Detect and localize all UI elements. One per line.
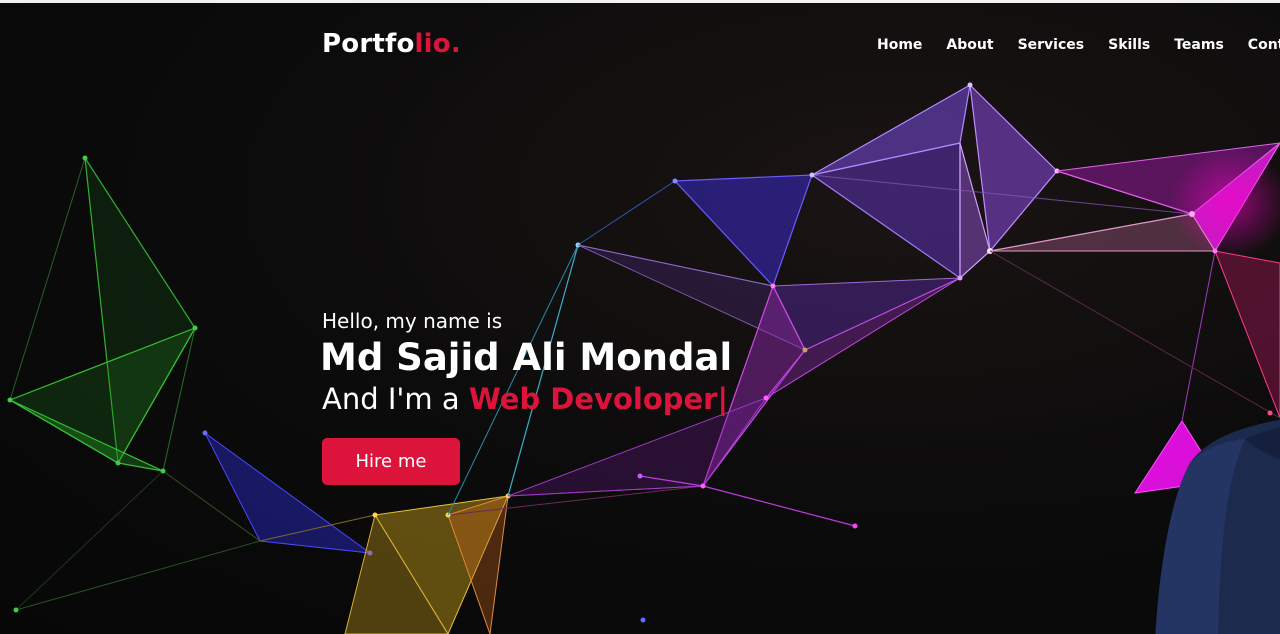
hero-name: Md Sajid Ali Mondal bbox=[320, 336, 733, 379]
nav-menu: Home About Services Skills Teams Contact bbox=[877, 37, 1280, 53]
nav-item-contact[interactable]: Contact bbox=[1248, 37, 1280, 53]
nav-item-home[interactable]: Home bbox=[877, 37, 922, 53]
hero-content: Hello, my name is Md Sajid Ali Mondal An… bbox=[320, 309, 733, 485]
nav-item-teams[interactable]: Teams bbox=[1174, 37, 1224, 53]
hero-section: Portfolio. Home About Services Skills Te… bbox=[0, 3, 1280, 634]
hire-me-button[interactable]: Hire me bbox=[322, 437, 460, 485]
navbar: Portfolio. Home About Services Skills Te… bbox=[0, 3, 1280, 87]
hero-greeting: Hello, my name is bbox=[322, 309, 503, 333]
hero-role: And I'm a Web Devoloper| bbox=[322, 381, 732, 416]
nav-item-about[interactable]: About bbox=[946, 37, 993, 53]
hero-role-typed: Web Devoloper| bbox=[468, 381, 729, 416]
logo-main-text: Portfo bbox=[322, 29, 415, 59]
nav-item-services[interactable]: Services bbox=[1018, 37, 1085, 53]
brand-logo[interactable]: Portfolio. bbox=[322, 29, 461, 59]
profile-photo bbox=[1155, 419, 1280, 634]
nav-item-skills[interactable]: Skills bbox=[1108, 37, 1150, 53]
logo-accent-text: lio. bbox=[414, 29, 461, 59]
hero-role-prefix: And I'm a bbox=[322, 381, 460, 416]
